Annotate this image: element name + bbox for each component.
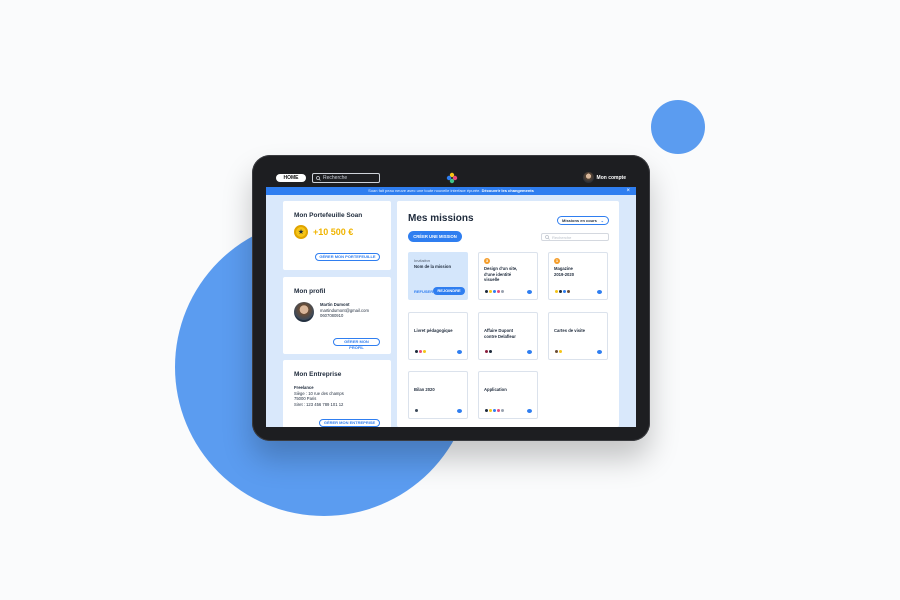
wallet-card: Mon Portefeuille Soan ★ +10 500 € GÉRER … <box>283 201 391 270</box>
eye-icon[interactable] <box>527 409 532 413</box>
refuse-button[interactable]: REFUSER <box>414 289 433 294</box>
person-icon[interactable] <box>527 350 532 354</box>
missions-search-placeholder: Recherche <box>552 234 572 240</box>
manage-profile-button[interactable]: GÉRER MON PROFIL <box>333 338 380 350</box>
mission-invitation-card[interactable]: Invitation Nom de la mission REFUSER REJ… <box>408 252 468 300</box>
mission-card[interactable]: Application <box>478 371 538 419</box>
notification-badge: 1 <box>554 258 560 264</box>
mission-title: Affaire Dupont contre Delafleur <box>484 328 516 339</box>
mission-title: Cartes de visite <box>554 328 585 333</box>
coin-icon: ★ <box>294 225 308 239</box>
eye-icon[interactable] <box>597 290 602 294</box>
missions-panel: Mes missions Missions en cours ⌄ CRÉER U… <box>397 201 619 427</box>
mission-title: Bilan 2020 <box>414 387 435 392</box>
eye-icon[interactable] <box>597 350 602 354</box>
notification-badge: 3 <box>484 258 490 264</box>
account-avatar <box>582 172 594 183</box>
profile-card: Mon profil Martin Dumont martindumont@gm… <box>283 277 391 354</box>
tablet-frame: HOME Recherche Mon compte Soan fait peau… <box>252 155 650 441</box>
member-avatars <box>414 349 427 354</box>
member-avatars <box>554 289 571 294</box>
account-menu[interactable]: Mon compte <box>582 172 626 183</box>
banner-link[interactable]: Découvrir les changements <box>482 188 534 193</box>
close-icon[interactable]: × <box>626 187 630 195</box>
wallet-amount: +10 500 € <box>313 227 354 237</box>
missions-search-input[interactable]: Recherche <box>541 233 609 241</box>
decorative-circle-small <box>651 100 705 154</box>
mission-card[interactable]: Affaire Dupont contre Delafleur <box>478 312 538 360</box>
missions-filter-value: Missions en cours <box>562 218 597 223</box>
member-avatars <box>484 408 505 413</box>
profile-avatar <box>294 302 314 322</box>
search-icon <box>545 234 550 240</box>
profile-title: Mon profil <box>294 288 326 295</box>
invitation-mission-name: Nom de la mission <box>414 264 451 269</box>
stage: HOME Recherche Mon compte Soan fait peau… <box>0 0 900 600</box>
mission-card[interactable]: 1 Magazine 2019-2020 <box>548 252 608 300</box>
account-label: Mon compte <box>596 174 626 181</box>
mission-title: Application <box>484 387 507 392</box>
mission-card[interactable]: Bilan 2020 <box>408 371 468 419</box>
join-button[interactable]: REJOINDRE <box>433 287 465 295</box>
mission-card[interactable]: Cartes de visite <box>548 312 608 360</box>
mission-card[interactable]: 3 Design d'un site, d'une identité visue… <box>478 252 538 300</box>
eye-icon[interactable] <box>527 290 532 294</box>
person-icon[interactable] <box>457 350 462 354</box>
member-avatars <box>554 349 563 354</box>
top-search-input[interactable]: Recherche <box>312 173 380 183</box>
profile-phone: 0607080910 <box>320 313 344 318</box>
invitation-label: Invitation <box>414 258 431 263</box>
chevron-down-icon: ⌄ <box>600 218 604 223</box>
missions-filter-select[interactable]: Missions en cours ⌄ <box>557 216 609 225</box>
banner-text: Soan fait peau neuve avec une toute nouv… <box>368 188 481 193</box>
top-search-placeholder: Recherche <box>323 175 348 181</box>
create-mission-button[interactable]: CRÉER UNE MISSION <box>408 231 462 242</box>
tablet-screen: HOME Recherche Mon compte Soan fait peau… <box>266 169 636 427</box>
company-siret: Siret : 123 456 789 101 12 <box>294 401 344 407</box>
home-button[interactable]: HOME <box>276 174 306 182</box>
app-logo-icon <box>446 172 458 184</box>
mission-title: Magazine 2019-2020 <box>554 266 575 277</box>
announcement-banner: Soan fait peau neuve avec une toute nouv… <box>266 187 636 195</box>
mission-title: Livret pédagogique <box>414 328 453 333</box>
member-avatars <box>484 289 505 294</box>
manage-company-button[interactable]: GÉRER MON ENTREPRISE <box>319 419 380 427</box>
company-title: Mon Entreprise <box>294 371 342 378</box>
wallet-title: Mon Portefeuille Soan <box>294 212 363 219</box>
search-icon <box>316 175 321 181</box>
eye-icon[interactable] <box>457 409 462 413</box>
member-avatars <box>484 349 493 354</box>
company-card: Mon Entreprise Freelance Siège : 10 rue … <box>283 360 391 427</box>
top-bar: HOME Recherche Mon compte <box>266 169 636 187</box>
mission-card[interactable]: Livret pédagogique <box>408 312 468 360</box>
missions-title: Mes missions <box>408 213 474 224</box>
mission-title: Design d'un site, d'une identité visuell… <box>484 266 518 282</box>
manage-wallet-button[interactable]: GÉRER MON PORTEFEUILLE <box>315 253 380 261</box>
member-avatars <box>414 408 419 413</box>
